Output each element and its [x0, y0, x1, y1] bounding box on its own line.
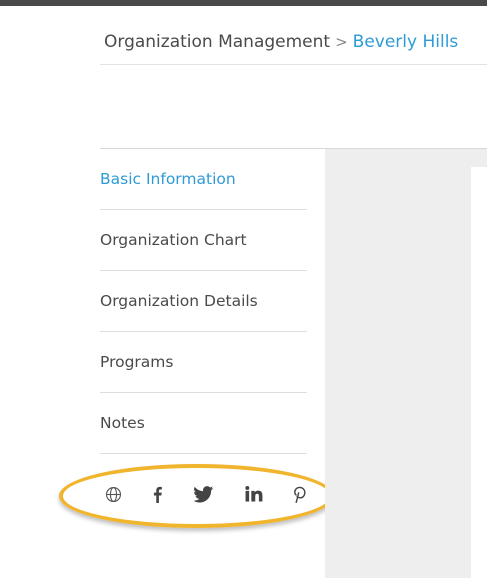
sidebar-item-basic-information[interactable]: Basic Information — [100, 149, 307, 210]
breadcrumb-current: Beverly Hills — [352, 32, 459, 52]
header-divider — [100, 64, 487, 65]
pinterest-icon[interactable] — [288, 482, 312, 506]
linkedin-icon[interactable] — [242, 482, 266, 506]
globe-icon[interactable] — [101, 482, 125, 506]
twitter-icon[interactable] — [191, 482, 215, 506]
sidebar-item-organization-details[interactable]: Organization Details — [100, 271, 307, 332]
breadcrumb: Organization Management > Beverly Hills — [104, 30, 458, 54]
facebook-icon[interactable] — [145, 482, 169, 506]
content-card — [471, 167, 487, 578]
breadcrumb-root[interactable]: Organization Management — [104, 32, 330, 52]
sidebar-item-notes[interactable]: Notes — [100, 393, 307, 454]
sidebar-item-programs[interactable]: Programs — [100, 332, 307, 393]
sidebar-item-organization-chart[interactable]: Organization Chart — [100, 210, 307, 271]
breadcrumb-separator: > — [335, 33, 348, 51]
social-links — [100, 474, 320, 514]
top-bar — [0, 0, 487, 6]
content-area — [325, 149, 487, 578]
sidebar-nav: Basic Information Organization Chart Org… — [100, 149, 307, 454]
